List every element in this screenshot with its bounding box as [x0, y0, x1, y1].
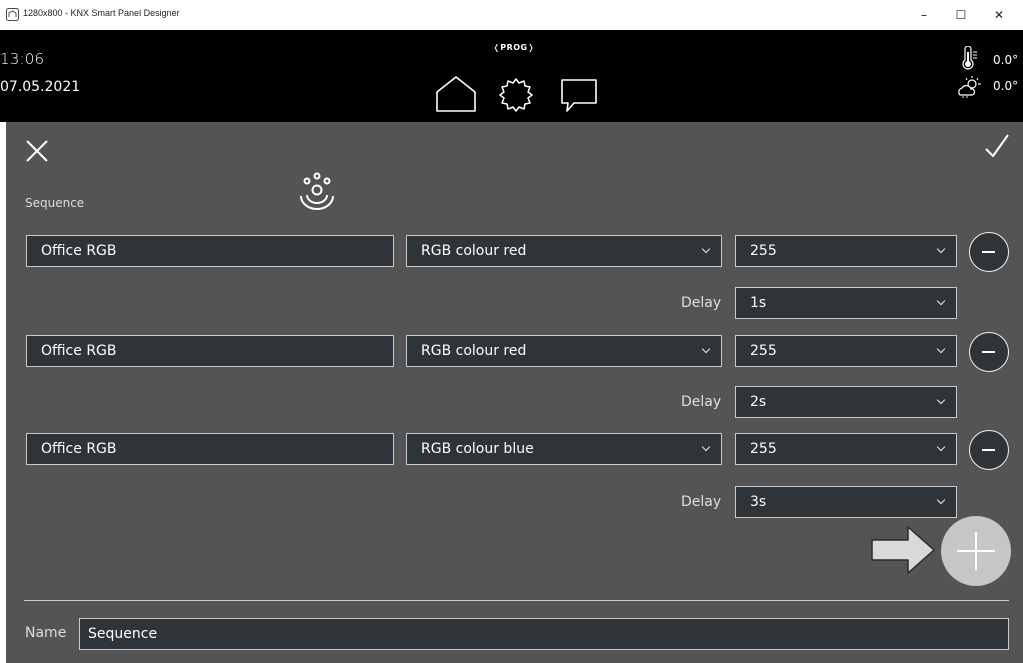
app-icon [6, 8, 19, 21]
settings-icon[interactable] [497, 76, 535, 114]
clock-date: 07.05.2021 [0, 79, 81, 95]
step-1-function-value: RGB colour red [421, 243, 527, 259]
step-3-function-value: RGB colour blue [421, 441, 534, 457]
checkmark-icon[interactable] [983, 132, 1011, 160]
name-input[interactable]: Sequence [79, 618, 1009, 650]
step-3-delay-select[interactable]: 3s [735, 486, 957, 518]
step-2-object-field[interactable]: Office RGB [26, 335, 394, 367]
step-3-object-field[interactable]: Office RGB [26, 433, 394, 465]
step-1-object-field[interactable]: Office RGB [26, 235, 394, 267]
name-label: Name [25, 625, 67, 641]
section-label: Sequence [25, 196, 85, 210]
step-2-delay-select[interactable]: 2s [735, 386, 957, 418]
step-3-function-select[interactable]: RGB colour blue [406, 433, 722, 465]
scene-icon [300, 172, 334, 210]
step-2-remove-button[interactable] [969, 332, 1009, 372]
step-2-delay-label: Delay [681, 394, 722, 410]
step-3-value-select[interactable]: 255 [735, 433, 957, 465]
step-3-remove-button[interactable] [969, 430, 1009, 470]
step-1-value: 255 [750, 243, 777, 259]
weather-icon [958, 76, 981, 98]
hint-arrow-icon [871, 526, 935, 574]
step-1-delay-label: Delay [681, 295, 722, 311]
step-1-delay-value: 1s [750, 295, 767, 311]
close-window-button[interactable]: ✕ [981, 4, 1017, 26]
add-step-button[interactable] [941, 516, 1011, 586]
chat-icon[interactable] [560, 78, 598, 114]
window-title: 1280x800 - KNX Smart Panel Designer [23, 8, 180, 18]
step-2-function-value: RGB colour red [421, 343, 527, 359]
clock-time: 13:06 [0, 50, 45, 68]
window-titlebar: 1280x800 - KNX Smart Panel Designer – ☐ … [0, 0, 1023, 30]
divider [24, 600, 1009, 601]
step-2-value: 255 [750, 343, 777, 359]
thermometer-icon [962, 46, 977, 70]
step-2-delay-value: 2s [750, 394, 767, 410]
step-1-value-select[interactable]: 255 [735, 235, 957, 267]
home-icon[interactable] [434, 74, 478, 114]
sequence-editor-panel: Sequence Office RGB RGB colour red 255 D… [6, 122, 1023, 663]
minimize-button[interactable]: – [906, 4, 942, 26]
status-bar: 13:06 07.05.2021 ❬PROG❭ 0.0° 0.0° [0, 30, 1023, 122]
step-1-remove-button[interactable] [969, 232, 1009, 272]
step-3-delay-value: 3s [750, 494, 767, 510]
step-1-delay-select[interactable]: 1s [735, 287, 957, 319]
step-2-function-select[interactable]: RGB colour red [406, 335, 722, 367]
step-2-value-select[interactable]: 255 [735, 335, 957, 367]
step-3-value: 255 [750, 441, 777, 457]
close-icon[interactable] [24, 138, 50, 164]
step-1-function-select[interactable]: RGB colour red [406, 235, 722, 267]
temperature-value: 0.0° [993, 53, 1019, 67]
weather-value: 0.0° [993, 79, 1019, 93]
prog-badge: ❬PROG❭ [493, 43, 535, 52]
step-3-delay-label: Delay [681, 494, 722, 510]
maximize-button[interactable]: ☐ [943, 4, 979, 26]
